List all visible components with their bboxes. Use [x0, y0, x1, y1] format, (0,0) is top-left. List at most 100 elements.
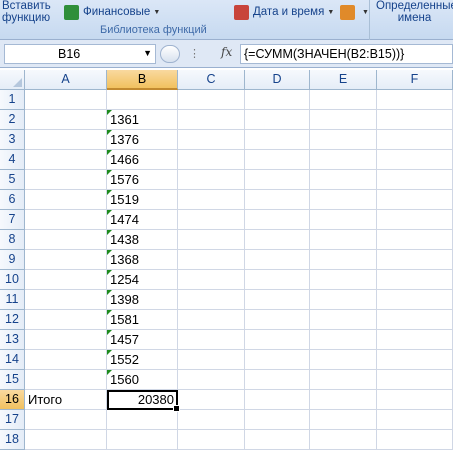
cell-d[interactable]	[245, 430, 310, 450]
cell-f[interactable]	[377, 430, 453, 450]
cell-e[interactable]	[310, 190, 377, 210]
cell-b[interactable]: 1254	[107, 270, 178, 290]
cell-d[interactable]	[245, 190, 310, 210]
cell-e[interactable]	[310, 150, 377, 170]
cell-a[interactable]	[25, 270, 107, 290]
cell-a[interactable]	[25, 430, 107, 450]
cell-f[interactable]	[377, 250, 453, 270]
cell-c[interactable]	[178, 370, 245, 390]
cell-c[interactable]	[178, 230, 245, 250]
row-header[interactable]: 13	[0, 330, 25, 350]
cell-b[interactable]: 1519	[107, 190, 178, 210]
cell-a[interactable]	[25, 250, 107, 270]
cell-d[interactable]	[245, 370, 310, 390]
cell-c[interactable]	[178, 290, 245, 310]
cell-b[interactable]: 1581	[107, 310, 178, 330]
cell-f[interactable]	[377, 210, 453, 230]
row-header[interactable]: 14	[0, 350, 25, 370]
cell-d[interactable]	[245, 290, 310, 310]
datetime-button[interactable]: Дата и время ▼	[234, 2, 334, 22]
row-header[interactable]: 16	[0, 390, 25, 410]
cell-a[interactable]: Итого	[25, 390, 107, 410]
cell-f[interactable]	[377, 110, 453, 130]
cell-a[interactable]	[25, 310, 107, 330]
cell-e[interactable]	[310, 370, 377, 390]
cell-c[interactable]	[178, 330, 245, 350]
cell-e[interactable]	[310, 110, 377, 130]
row-header[interactable]: 8	[0, 230, 25, 250]
row-header[interactable]: 5	[0, 170, 25, 190]
name-box[interactable]: B16 ▼	[4, 44, 156, 64]
chevron-down-icon[interactable]: ▼	[143, 48, 152, 58]
cell-e[interactable]	[310, 250, 377, 270]
cell-f[interactable]	[377, 410, 453, 430]
cell-f[interactable]	[377, 230, 453, 250]
column-header-b[interactable]: B	[107, 70, 178, 90]
cell-e[interactable]	[310, 350, 377, 370]
row-header[interactable]: 6	[0, 190, 25, 210]
cell-e[interactable]	[310, 270, 377, 290]
cell-f[interactable]	[377, 190, 453, 210]
cell-c[interactable]	[178, 390, 245, 410]
cell-b[interactable]	[107, 90, 178, 110]
cell-b[interactable]: 1438	[107, 230, 178, 250]
cell-f[interactable]	[377, 310, 453, 330]
cell-b[interactable]: 1398	[107, 290, 178, 310]
cell-e[interactable]	[310, 430, 377, 450]
cell-b[interactable]: 1457	[107, 330, 178, 350]
cell-c[interactable]	[178, 270, 245, 290]
cell-d[interactable]	[245, 170, 310, 190]
cell-d[interactable]	[245, 410, 310, 430]
cell-f[interactable]	[377, 90, 453, 110]
cell-a[interactable]	[25, 110, 107, 130]
row-header[interactable]: 12	[0, 310, 25, 330]
cell-f[interactable]	[377, 290, 453, 310]
cell-b[interactable]: 1576	[107, 170, 178, 190]
cell-f[interactable]	[377, 370, 453, 390]
cell-a[interactable]	[25, 150, 107, 170]
cell-e[interactable]	[310, 410, 377, 430]
row-header[interactable]: 4	[0, 150, 25, 170]
cell-a[interactable]	[25, 290, 107, 310]
cell-f[interactable]	[377, 390, 453, 410]
column-header-d[interactable]: D	[245, 70, 310, 90]
cell-a[interactable]	[25, 170, 107, 190]
cell-c[interactable]	[178, 130, 245, 150]
cell-f[interactable]	[377, 130, 453, 150]
cell-f[interactable]	[377, 170, 453, 190]
cell-d[interactable]	[245, 230, 310, 250]
cell-e[interactable]	[310, 90, 377, 110]
cell-b[interactable]: 1376	[107, 130, 178, 150]
cell-b[interactable]: 1560	[107, 370, 178, 390]
cell-d[interactable]	[245, 110, 310, 130]
cell-b[interactable]: 1361	[107, 110, 178, 130]
column-header-a[interactable]: A	[25, 70, 107, 90]
formula-bar-expand-button[interactable]	[160, 45, 180, 63]
cell-e[interactable]	[310, 330, 377, 350]
cell-b[interactable]: 1466	[107, 150, 178, 170]
row-header[interactable]: 2	[0, 110, 25, 130]
cell-c[interactable]	[178, 170, 245, 190]
cell-f[interactable]	[377, 270, 453, 290]
cell-d[interactable]	[245, 150, 310, 170]
row-header[interactable]: 10	[0, 270, 25, 290]
cell-c[interactable]	[178, 410, 245, 430]
cell-a[interactable]	[25, 190, 107, 210]
cell-e[interactable]	[310, 210, 377, 230]
cell-a[interactable]	[25, 370, 107, 390]
cell-d[interactable]	[245, 270, 310, 290]
column-header-c[interactable]: C	[178, 70, 245, 90]
cell-f[interactable]	[377, 350, 453, 370]
cell-e[interactable]	[310, 230, 377, 250]
math-button[interactable]: ▼	[340, 2, 369, 22]
cell-f[interactable]	[377, 150, 453, 170]
cell-b[interactable]: 20380	[107, 390, 180, 412]
row-header[interactable]: 9	[0, 250, 25, 270]
cell-d[interactable]	[245, 390, 310, 410]
cell-c[interactable]	[178, 430, 245, 450]
row-header[interactable]: 15	[0, 370, 25, 390]
cell-d[interactable]	[245, 250, 310, 270]
cell-b[interactable]	[107, 410, 178, 430]
cell-c[interactable]	[178, 150, 245, 170]
insert-function-fx-button[interactable]: fx	[221, 45, 232, 59]
